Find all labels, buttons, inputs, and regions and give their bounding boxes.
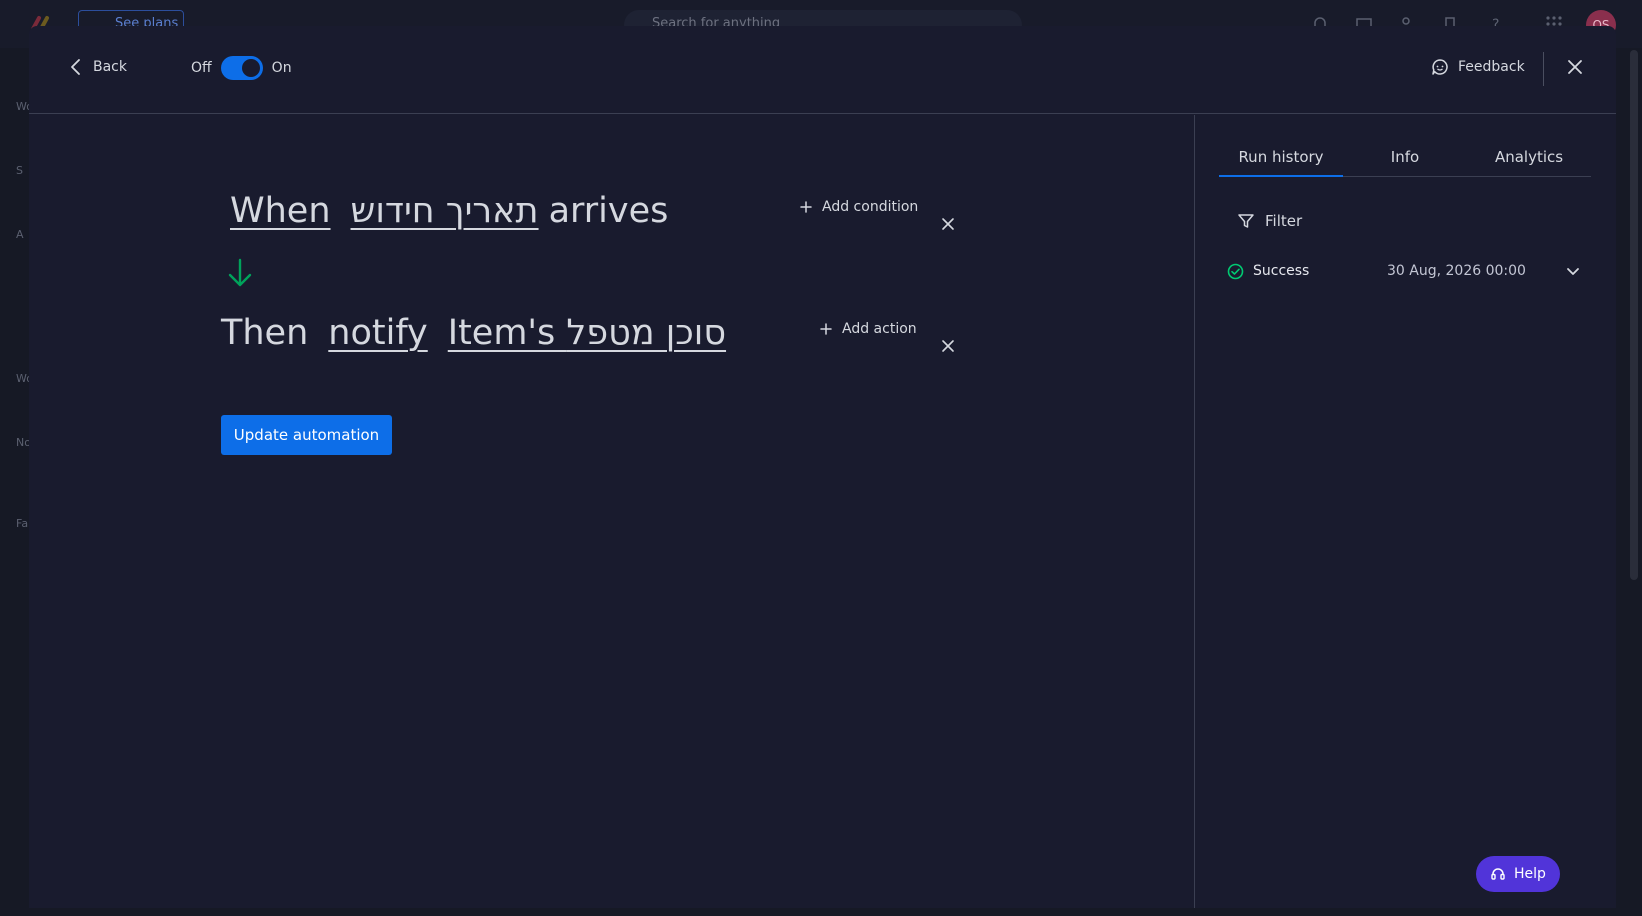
side-panel-tabs: Run history Info Analytics — [1219, 139, 1591, 177]
chevron-left-icon — [71, 59, 80, 75]
action-sentence: Then notify Item's סוכן מטפל — [221, 313, 726, 353]
run-status-label: Success — [1253, 263, 1310, 279]
toggle-knob — [241, 59, 260, 77]
help-headset-icon — [1491, 868, 1505, 880]
trigger-sentence: When תאריך חידוש arrives — [230, 191, 668, 231]
tab-info[interactable]: Info — [1343, 139, 1467, 176]
help-button[interactable]: Help — [1476, 856, 1560, 892]
filter-button[interactable]: Filter — [1237, 212, 1302, 230]
remove-trigger-close-icon[interactable] — [940, 216, 956, 232]
header-divider — [1543, 52, 1544, 86]
update-automation-button[interactable]: Update automation — [221, 415, 392, 455]
trigger-column-field[interactable]: תאריך חידוש — [351, 191, 539, 231]
success-check-icon — [1227, 263, 1244, 279]
sidebar-letter: S — [16, 164, 23, 177]
side-panel: Run history Info Analytics Filter Succes… — [1194, 115, 1616, 908]
automation-editor-modal: Back Off On Feedback When תאריך חידוש ar… — [29, 26, 1616, 908]
filter-funnel-icon — [1238, 214, 1254, 228]
modal-header: Back Off On Feedback — [29, 26, 1616, 114]
run-history-row[interactable]: Success 30 Aug, 2026 00:00 — [1221, 253, 1591, 289]
chevron-down-icon[interactable] — [1563, 261, 1583, 281]
help-label: Help — [1514, 866, 1546, 882]
run-date: 30 Aug, 2026 00:00 — [1387, 263, 1526, 279]
remove-action-close-icon[interactable] — [940, 338, 956, 354]
automation-on-off-toggle[interactable] — [220, 56, 263, 80]
action-target-field[interactable]: Item's סוכן מטפל — [448, 313, 726, 353]
recipe-editor: When תאריך חידוש arrives Add condition T… — [29, 115, 1194, 908]
back-button[interactable]: Back — [69, 56, 127, 78]
feedback-button[interactable]: Feedback — [1431, 56, 1525, 78]
plus-icon — [820, 323, 832, 335]
action-then-word: Then — [221, 313, 309, 353]
plus-icon — [800, 201, 812, 213]
trigger-suffix: arrives — [548, 191, 669, 231]
add-action-label: Add action — [842, 321, 917, 337]
sidebar-letter: Fa — [16, 517, 29, 530]
arrow-down-icon — [228, 258, 252, 287]
filter-label: Filter — [1265, 212, 1303, 230]
add-action-button[interactable]: Add action — [820, 321, 917, 337]
action-verb-field[interactable]: notify — [328, 313, 427, 353]
back-label: Back — [93, 59, 127, 75]
feedback-chat-icon — [1432, 59, 1448, 75]
page-scrollbar — [1630, 50, 1638, 580]
tab-analytics[interactable]: Analytics — [1467, 139, 1591, 176]
close-icon[interactable] — [1565, 57, 1585, 77]
feedback-label: Feedback — [1458, 59, 1525, 75]
tab-run-history[interactable]: Run history — [1219, 139, 1343, 177]
toggle-off-label: Off — [191, 60, 212, 76]
sidebar-letter: A — [16, 228, 24, 241]
toggle-on-label: On — [271, 60, 292, 76]
automation-toggle-group: Off On — [191, 56, 292, 80]
add-condition-button[interactable]: Add condition — [800, 199, 918, 215]
trigger-when-word[interactable]: When — [230, 191, 331, 231]
add-condition-label: Add condition — [822, 199, 919, 215]
run-status: Success — [1221, 263, 1387, 280]
